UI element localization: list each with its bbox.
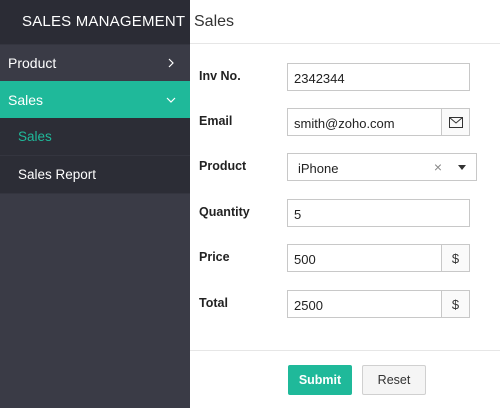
dollar-icon: $ bbox=[441, 291, 469, 317]
envelope-icon bbox=[448, 116, 463, 128]
page-title: Sales bbox=[194, 13, 235, 30]
quantity-input[interactable]: 5 bbox=[287, 199, 470, 227]
quantity-label: Quantity bbox=[199, 205, 250, 219]
inv-no-input[interactable]: 2342344 bbox=[287, 63, 470, 91]
page-header: Sales bbox=[190, 0, 500, 44]
sidebar-item-sales[interactable]: Sales bbox=[0, 81, 190, 118]
sidebar: SALES MANAGEMENT Product Sales Sales Sal… bbox=[0, 0, 190, 408]
price-value: 500 bbox=[294, 252, 316, 267]
submenu-item-sales[interactable]: Sales bbox=[0, 118, 190, 156]
form-divider bbox=[190, 350, 500, 351]
quantity-value: 5 bbox=[294, 207, 302, 222]
form-row-price: Price 500 $ bbox=[190, 244, 500, 272]
inv-no-label: Inv No. bbox=[199, 69, 241, 83]
submenu-item-sales-report[interactable]: Sales Report bbox=[0, 156, 190, 194]
form-row-inv-no: Inv No. 2342344 bbox=[190, 63, 500, 91]
sidebar-item-label: Sales bbox=[8, 91, 44, 108]
submit-button[interactable]: Submit bbox=[288, 365, 352, 395]
total-input[interactable]: 2500 $ bbox=[287, 290, 470, 318]
chevron-right-icon bbox=[168, 58, 174, 68]
form-row-product: Product iPhone × bbox=[190, 153, 500, 181]
clear-icon[interactable]: × bbox=[434, 159, 442, 175]
email-label: Email bbox=[199, 114, 233, 128]
email-value: smith@zoho.com bbox=[294, 116, 395, 131]
chevron-down-icon bbox=[166, 97, 176, 103]
product-value: iPhone bbox=[298, 161, 339, 176]
email-addon bbox=[441, 109, 469, 135]
app-title: SALES MANAGEMENT bbox=[0, 0, 190, 44]
price-label: Price bbox=[199, 250, 230, 264]
product-label: Product bbox=[199, 159, 247, 173]
form-row-total: Total 2500 $ bbox=[190, 290, 500, 318]
total-label: Total bbox=[199, 296, 228, 310]
product-select[interactable]: iPhone × bbox=[287, 153, 477, 181]
sales-submenu: Sales Sales Report bbox=[0, 118, 190, 194]
dollar-icon: $ bbox=[441, 245, 469, 271]
reset-button[interactable]: Reset bbox=[362, 365, 426, 395]
form-row-quantity: Quantity 5 bbox=[190, 199, 500, 227]
price-input[interactable]: 500 $ bbox=[287, 244, 470, 272]
caret-down-icon[interactable] bbox=[458, 165, 466, 170]
sidebar-item-label: Product bbox=[8, 55, 57, 71]
form-row-email: Email smith@zoho.com bbox=[190, 108, 500, 136]
inv-no-value: 2342344 bbox=[294, 71, 345, 86]
email-input[interactable]: smith@zoho.com bbox=[287, 108, 470, 136]
sidebar-item-product[interactable]: Product bbox=[0, 44, 190, 81]
total-value: 2500 bbox=[294, 298, 323, 313]
